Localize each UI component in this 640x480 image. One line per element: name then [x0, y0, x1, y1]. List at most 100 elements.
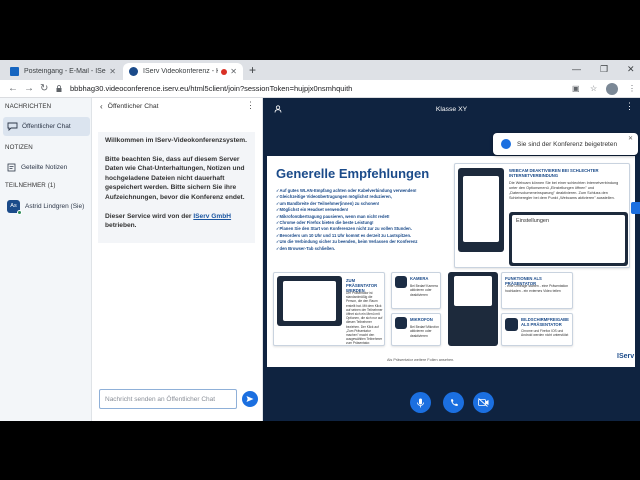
meeting-area: Klasse XY ⋮ Generelle Empfehlungen Auf g…	[263, 98, 640, 421]
options-menu-screenshot	[458, 168, 504, 252]
participant-item[interactable]: As Astrid Lindgren (Sie)	[3, 196, 90, 216]
browser-toolbar: ← → ↻ bbbhag30.videoconference.iserv.eu/…	[0, 80, 640, 98]
presenter-card: ZUM PRÄSENTATOR WERDEN Der Präsentator i…	[273, 272, 385, 346]
webcam-heading: WEBCAM DEAKTIVIEREN BEI SCHLECHTER INTER…	[509, 168, 599, 179]
minimize-icon[interactable]: —	[572, 64, 581, 74]
chevron-left-icon[interactable]: ‹	[100, 102, 103, 111]
screenshare-body: Chrome und Firefox IOS und Android werde…	[521, 329, 569, 338]
forward-icon[interactable]: →	[24, 83, 34, 95]
new-tab-icon[interactable]: +	[249, 64, 256, 76]
chat-header[interactable]: ‹ Öffentlicher Chat	[100, 102, 159, 111]
public-chat-item[interactable]: Öffentlicher Chat	[3, 117, 90, 136]
menu-screenshot	[454, 276, 492, 306]
recording-indicator-icon	[221, 68, 228, 75]
welcome-message: Willkommen im IServ-Videokonferenzsystem…	[98, 132, 255, 243]
close-icon[interactable]: ✕	[628, 135, 633, 142]
presenter-body: Der Präsentator ist standardmäßig die Pe…	[346, 291, 383, 346]
webcam-card: WEBCAM DEAKTIVIEREN BEI SCHLECHTER INTER…	[454, 163, 630, 268]
chat-icon	[7, 122, 18, 131]
menu-screenshot	[283, 281, 336, 321]
phone-icon	[450, 398, 458, 406]
settings-dialog: Einstellungen	[512, 215, 625, 263]
microphone-body: Bei Bedarf Mikrofon aktivieren oder deak…	[410, 325, 439, 338]
screen: Posteingang - E-Mail - IServ - ak ✕ ISer…	[0, 60, 640, 421]
chat-options-icon[interactable]: ⋮	[246, 100, 255, 111]
screenshare-icon	[505, 318, 518, 331]
settings-screenshot: Einstellungen	[509, 212, 628, 266]
microphone-card: MIKROFON Bei Bedarf Mikrofon aktivieren …	[391, 313, 441, 346]
welcome-text: Bitte beachten Sie, dass auf diesem Serv…	[105, 155, 245, 201]
chat-panel: ‹ Öffentlicher Chat ⋮ Willkommen im ISer…	[92, 98, 263, 421]
presentation-toggle-handle[interactable]	[631, 202, 640, 214]
webcam-body: Die Webcam können Sie bei einer schlecht…	[509, 181, 619, 200]
camera-permission-icon[interactable]: ▣	[572, 84, 580, 94]
notes-icon	[7, 163, 16, 171]
browser-tab-mail[interactable]: Posteingang - E-Mail - IServ - ak ✕	[4, 63, 122, 80]
notification-text: Sie sind der Konferenz beigetreten	[517, 140, 618, 148]
send-message-button[interactable]	[242, 391, 258, 407]
screenshare-heading: BILDSCHIRMFREIGABE ALS PRÄSENTATOR	[521, 317, 569, 328]
close-tab-icon[interactable]: ✕	[230, 67, 237, 76]
send-icon	[246, 396, 254, 402]
user-list-panel: NACHRICHTEN Öffentlicher Chat NOTIZEN Ge…	[0, 98, 92, 421]
back-icon[interactable]: ←	[8, 83, 18, 95]
presentation-slide: Generelle Empfehlungen Auf gutes WLAN-Em…	[267, 156, 635, 367]
service-text: Dieser Service wird von der IServ GmbH b…	[105, 212, 248, 231]
lock-icon	[56, 85, 62, 92]
functions-body: - eine Umfrage starten - eine Präsentati…	[505, 284, 569, 293]
slide-footer: Als Präsentator weitere Folien ansehen.	[387, 358, 455, 362]
camera-icon	[395, 276, 407, 288]
list-item: den Browser-Tab schließen.	[276, 246, 451, 252]
joined-notification[interactable]: Sie sind der Konferenz beigetreten ✕	[493, 133, 638, 155]
media-controls	[263, 390, 640, 414]
shared-notes-label: Geteilte Notizen	[21, 163, 68, 171]
reload-icon[interactable]: ↻	[40, 83, 48, 95]
presenter-screenshot	[277, 276, 342, 326]
iserv-logo: IServ	[617, 353, 635, 360]
slide-title: Generelle Empfehlungen	[276, 166, 430, 181]
settings-label: Einstellungen	[516, 218, 550, 224]
shared-notes-item[interactable]: Geteilte Notizen	[3, 160, 90, 174]
close-tab-icon[interactable]: ✕	[109, 67, 116, 76]
camera-card: KAMERA Bei Bedarf Kamera aktivieren oder…	[391, 272, 441, 309]
camera-off-icon	[478, 398, 489, 407]
recommendation-list: Auf gutes WLAN-Empfang achten oder Kabel…	[276, 188, 451, 252]
meeting-options-icon[interactable]: ⋮	[625, 101, 634, 112]
microphone-icon	[417, 398, 424, 407]
meeting-title: Klasse XY	[435, 106, 468, 113]
meeting-topbar: Klasse XY ⋮	[263, 98, 640, 120]
mail-icon	[10, 67, 19, 76]
address-bar[interactable]: bbbhag30.videoconference.iserv.eu/html5c…	[70, 84, 352, 93]
participants-heading: TEILNEHMER (1)	[5, 182, 56, 189]
microphone-icon	[395, 317, 407, 329]
messages-heading: NACHRICHTEN	[5, 103, 52, 110]
microphone-button[interactable]	[410, 392, 431, 413]
microphone-heading: MIKROFON	[410, 317, 433, 322]
chat-message-input[interactable]: Nachricht senden an Öffentlicher Chat	[99, 389, 237, 409]
public-chat-label: Öffentlicher Chat	[22, 123, 71, 130]
conference-icon	[129, 67, 138, 76]
camera-body: Bei Bedarf Kamera aktivieren oder deakti…	[410, 284, 438, 297]
browser-menu-icon[interactable]: ⋮	[628, 84, 636, 94]
conference-app: NACHRICHTEN Öffentlicher Chat NOTIZEN Ge…	[0, 98, 640, 421]
browser-tab-bar: Posteingang - E-Mail - IServ - ak ✕ ISer…	[0, 60, 640, 80]
menu-screenshot	[463, 176, 499, 242]
iserv-link[interactable]: IServ GmbH	[193, 213, 231, 220]
chat-title: Öffentlicher Chat	[107, 103, 159, 110]
browser-tab-conference[interactable]: IServ Videokonferenz - Klass ✕	[123, 63, 243, 80]
service-suffix: betrieben.	[105, 222, 137, 230]
functions-screenshot	[448, 272, 498, 346]
service-prefix: Dieser Service wird von der	[105, 212, 194, 220]
functions-card: FUNKTIONEN ALS PRÄSENTATOR - eine Umfrag…	[501, 272, 573, 309]
notes-heading: NOTIZEN	[5, 144, 33, 151]
window-close-icon[interactable]: ✕	[627, 64, 635, 74]
maximize-icon[interactable]: ❐	[600, 64, 608, 74]
bookmark-star-icon[interactable]: ☆	[590, 84, 597, 94]
profile-avatar[interactable]	[606, 83, 618, 95]
camera-heading: KAMERA	[410, 276, 429, 281]
share-webcam-button[interactable]	[473, 392, 494, 413]
leave-audio-button[interactable]	[443, 392, 464, 413]
status-dot	[17, 209, 22, 215]
welcome-text: Willkommen im IServ-Videokonferenzsystem…	[105, 137, 247, 144]
tab-title: Posteingang - E-Mail - IServ - ak	[24, 68, 106, 75]
